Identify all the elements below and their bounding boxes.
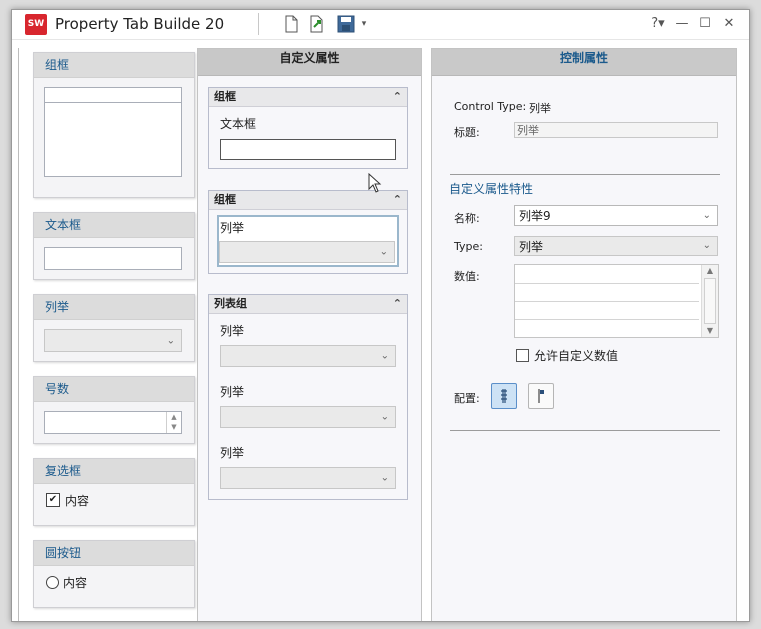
config-label: 配置: [454, 392, 480, 405]
list-group-item-3-combobox[interactable]: ⌄ [220, 467, 396, 489]
all-configurations-icon [501, 389, 507, 403]
name-label: 名称: [454, 212, 480, 225]
collapse-chevron-icon[interactable]: ⌃ [393, 88, 402, 106]
specific-configuration-icon [538, 389, 544, 403]
property-tab-builder-window: SW Property Tab Builde 2021 ▾ ?▾ — ☐ ✕ 组… [11, 9, 750, 622]
control-properties-header: 控制属性 [432, 49, 736, 76]
mouse-cursor-icon [368, 173, 382, 193]
group-1-title: 组框 [214, 90, 236, 103]
caption-input[interactable]: 列举 [514, 122, 718, 138]
toolbox-radio-label: 圆按钮 [34, 541, 194, 566]
checkbox-item-label: 内容 [65, 494, 90, 508]
group-1-field-label: 文本框 [220, 117, 257, 131]
number-preview: ▲ ▼ [44, 411, 182, 434]
control-type-value: 列举 [529, 102, 551, 115]
save-icon[interactable] [337, 15, 355, 33]
list-group-item-1-label: 列举 [220, 324, 245, 338]
list-group-item-2-label: 列举 [220, 385, 245, 399]
caption-label: 标题: [454, 126, 480, 139]
control-type-label: Control Type: [454, 100, 527, 113]
chevron-down-icon: ⌄ [380, 350, 389, 362]
toolbox-list-card[interactable]: 列举 ⌄ [33, 294, 195, 362]
solidworks-logo-icon: SW [25, 14, 47, 35]
radio-button-icon [46, 576, 59, 589]
chevron-down-icon: ⌄ [380, 411, 389, 423]
divider [450, 430, 720, 431]
type-label: Type: [454, 240, 483, 253]
close-icon[interactable]: ✕ [721, 14, 737, 34]
help-icon[interactable]: ?▾ [648, 14, 668, 34]
type-value: 列举 [519, 240, 544, 254]
new-file-icon[interactable] [282, 15, 300, 33]
toolbox-textbox-label: 文本框 [34, 213, 194, 238]
scroll-thumb[interactable] [704, 278, 716, 324]
maximize-icon[interactable]: ☐ [697, 14, 713, 34]
collapse-chevron-icon[interactable]: ⌃ [393, 295, 402, 313]
toolbox-number-label: 号数 [34, 377, 194, 402]
toolbox-list-label: 列举 [34, 295, 194, 320]
radio-item-label: 内容 [63, 576, 88, 590]
values-row[interactable] [515, 319, 699, 337]
config-specific-button[interactable] [528, 383, 554, 409]
values-label: 数值: [454, 270, 480, 283]
toolbox-checkbox-card[interactable]: 复选框 ✔ 内容 [33, 458, 195, 526]
list-group-item-1-combobox[interactable]: ⌄ [220, 345, 396, 367]
toolbox-number-card[interactable]: 号数 ▲ ▼ [33, 376, 195, 444]
group-1-textbox[interactable] [220, 139, 396, 160]
divider [450, 174, 720, 175]
main-panes: 组框 文本框 列举 ⌄ 号数 ▲ ▼ 复选框 ✔ 内容 圆按钮 内容 自定义属性… [12, 40, 749, 621]
save-dropdown-chevron-icon[interactable]: ▾ [359, 14, 369, 34]
scroll-up-icon[interactable]: ▲ [702, 265, 718, 277]
type-combobox[interactable]: 列举 ⌄ [514, 236, 718, 256]
toolbox-textbox-card[interactable]: 文本框 [33, 212, 195, 280]
values-row[interactable] [515, 283, 699, 302]
list-group-item-3-label: 列举 [220, 446, 245, 460]
chevron-down-icon: ⌄ [702, 210, 711, 221]
chevron-down-icon: ⌄ [380, 472, 389, 484]
config-all-button[interactable] [491, 383, 517, 409]
checkbox-checked-icon: ✔ [46, 493, 60, 507]
chevron-down-icon: ⌄ [166, 335, 175, 346]
custom-property-section-title: 自定义属性特性 [449, 182, 534, 196]
group-2-combobox[interactable]: ⌄ [219, 241, 395, 263]
custom-group-2[interactable]: 组框 ⌃ 列举 ⌄ [208, 190, 408, 274]
chevron-down-icon: ⌄ [379, 246, 388, 258]
custom-list-group[interactable]: 列表组 ⌃ 列举 ⌄ 列举 ⌄ 列举 ⌄ [208, 294, 408, 500]
chevron-down-icon: ⌄ [702, 240, 711, 251]
minimize-icon[interactable]: — [674, 14, 690, 34]
group-2-field-label: 列举 [220, 221, 245, 235]
title-bar: SW Property Tab Builde 2021 ▾ ?▾ — ☐ ✕ [12, 10, 749, 40]
window-title: Property Tab Builde 2021 [55, 15, 225, 33]
open-file-icon[interactable] [308, 15, 326, 33]
allow-custom-checkbox[interactable] [516, 349, 529, 362]
values-list[interactable]: ▲ ▼ [514, 264, 719, 338]
values-row[interactable] [515, 301, 699, 320]
values-row[interactable] [515, 265, 699, 284]
toolbox-panel: 组框 文本框 列举 ⌄ 号数 ▲ ▼ 复选框 ✔ 内容 圆按钮 内容 [18, 48, 195, 621]
toolbox-groupbox-card[interactable]: 组框 [33, 52, 195, 198]
list-preview: ⌄ [44, 329, 182, 352]
control-properties-panel: 控制属性 Control Type: 列举 标题: 列举 自定义属性特性 名称:… [431, 48, 737, 621]
custom-properties-header: 自定义属性 [198, 49, 421, 76]
groupbox-preview [44, 87, 182, 177]
toolbox-checkbox-label: 复选框 [34, 459, 194, 484]
group-2-title: 组框 [214, 193, 236, 206]
toolbox-radio-card[interactable]: 圆按钮 内容 [33, 540, 195, 608]
custom-properties-panel: 自定义属性 组框 ⌃ 文本框 组框 ⌃ 列举 ⌄ 列表组 ⌃ 列举 ⌄ 列举 ⌄… [197, 48, 422, 621]
values-scrollbar[interactable]: ▲ ▼ [701, 265, 718, 337]
spinner-icon: ▲ ▼ [166, 412, 181, 433]
toolbar-separator [258, 13, 259, 35]
name-combobox[interactable]: 列举9 ⌄ [514, 205, 718, 226]
list-group-title: 列表组 [214, 297, 247, 310]
textbox-preview [44, 247, 182, 270]
collapse-chevron-icon[interactable]: ⌃ [393, 191, 402, 209]
allow-custom-label: 允许自定义数值 [534, 349, 619, 363]
toolbox-groupbox-label: 组框 [34, 53, 194, 78]
list-group-item-2-combobox[interactable]: ⌄ [220, 406, 396, 428]
custom-group-1[interactable]: 组框 ⌃ 文本框 [208, 87, 408, 169]
name-value: 列举9 [519, 209, 551, 223]
scroll-down-icon[interactable]: ▼ [702, 325, 718, 337]
group-2-selected-control[interactable]: 列举 ⌄ [217, 215, 399, 267]
